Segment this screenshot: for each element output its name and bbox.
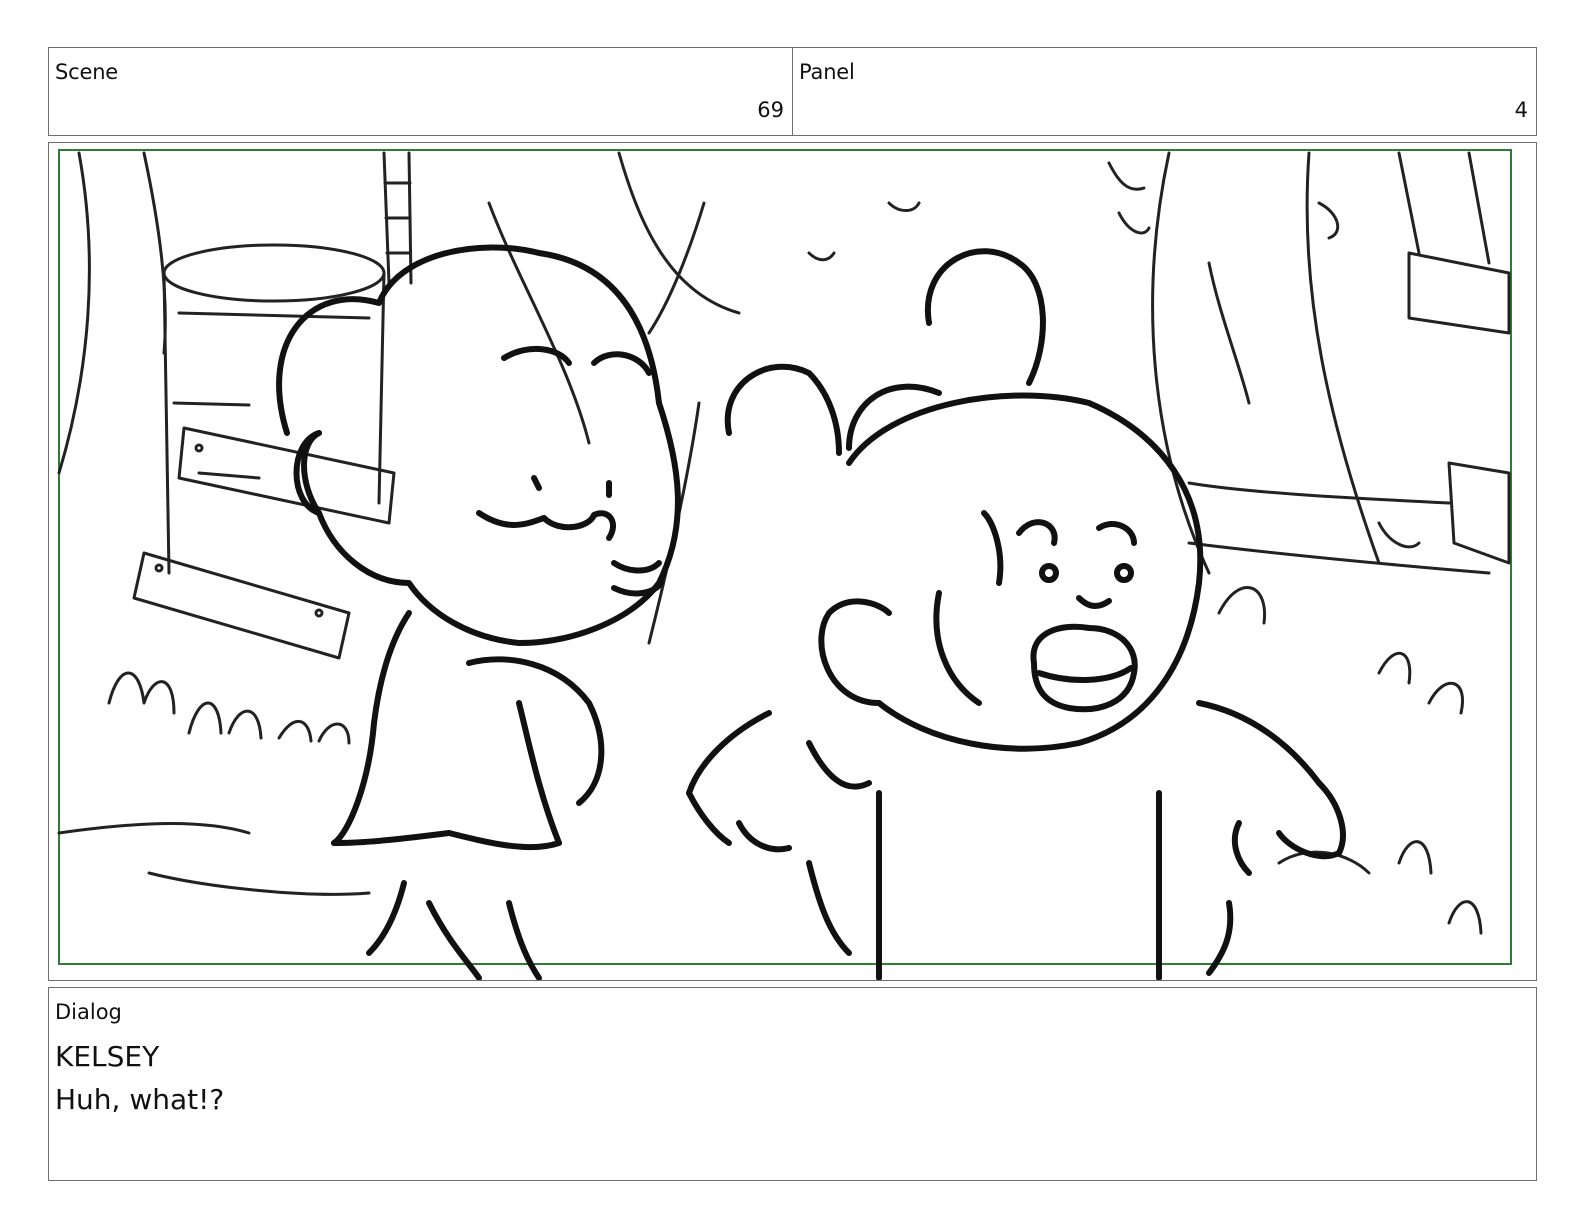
dialog-label: Dialog	[55, 1000, 122, 1024]
storyboard-header: Scene 69 Panel 4	[48, 47, 1537, 136]
characters	[276, 244, 1346, 980]
panel-number: 4	[1514, 98, 1528, 122]
dialog-speaker: KELSEY	[55, 1040, 160, 1073]
dialog-line: Huh, what!?	[55, 1083, 225, 1116]
dialog-box: Dialog KELSEY Huh, what!?	[48, 987, 1537, 1181]
panel-drawing	[57, 149, 1512, 980]
storyboard-panel	[48, 142, 1537, 981]
scene-number: 69	[757, 98, 784, 122]
scene-label: Scene	[55, 60, 119, 84]
panel-cell: Panel 4	[792, 48, 1536, 135]
panel-label: Panel	[799, 60, 855, 84]
safe-area-frame	[58, 149, 1512, 965]
scene-cell: Scene 69	[49, 48, 792, 135]
background-sketch	[57, 151, 1511, 935]
